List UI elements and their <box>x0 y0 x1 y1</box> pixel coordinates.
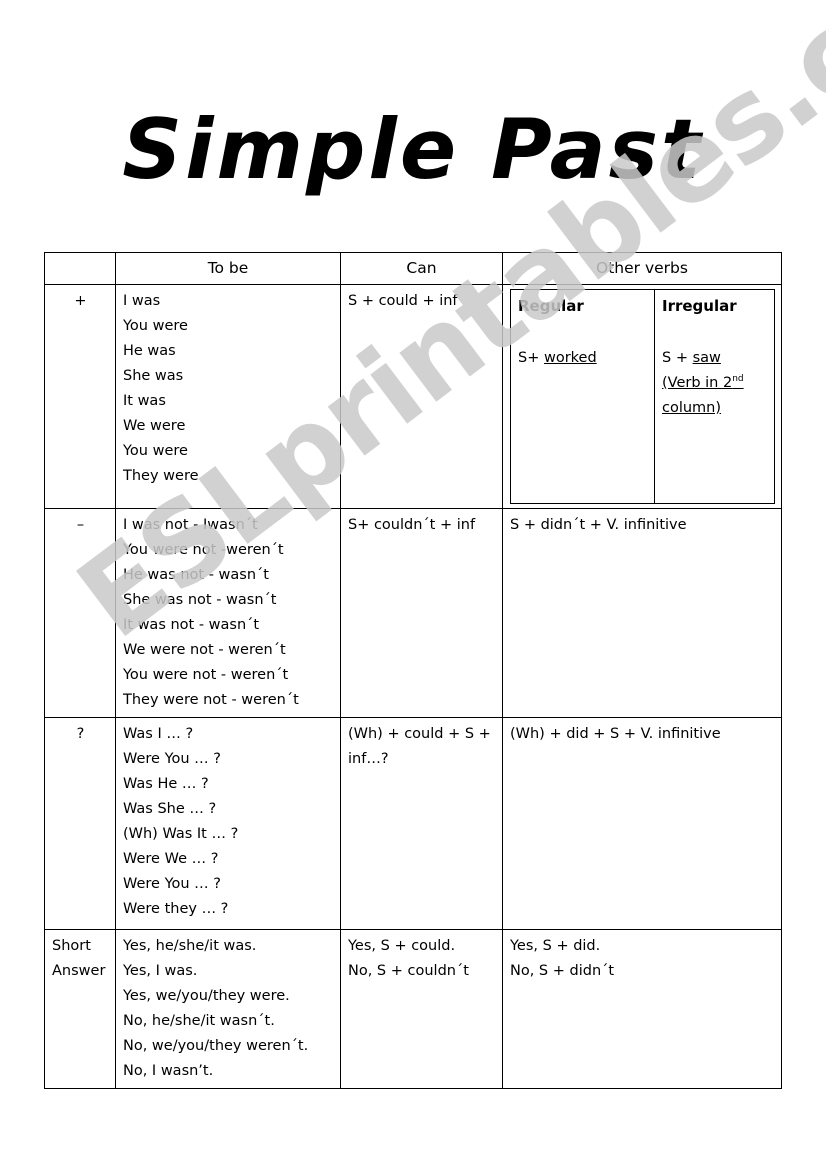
list-item: (Wh) + did + S + V. infinitive <box>510 726 721 743</box>
list-item: No, we/you/they weren´t. <box>123 1038 309 1054</box>
simple-past-table: To be Can Other verbs + I was You were H… <box>44 251 782 1090</box>
list-item: Yes, S + could. <box>348 938 456 955</box>
list-item: inf…? <box>348 751 389 768</box>
sign-question: ? <box>44 717 116 931</box>
cell-can-affirmative: S + could + inf <box>340 284 503 510</box>
regular-irregular-split: Regular S+ worked Irregular S + saw (Ver… <box>510 289 775 505</box>
list-item: column) <box>662 399 722 416</box>
list-item: Yes, S + did. <box>510 938 601 955</box>
page-title-text: Simple Past <box>122 101 704 198</box>
header-sign <box>44 251 116 286</box>
list-item: Yes, he/she/it was. <box>123 938 257 955</box>
table-header-row: To be Can Other verbs <box>44 251 782 286</box>
list-item: Was I … ? <box>123 726 194 743</box>
regular-example: worked <box>543 350 597 367</box>
cell-can-short-answer: Yes, S + could. No, S + couldn´t <box>340 929 503 1090</box>
list-item: You were <box>123 442 188 459</box>
list-item: Yes, we/you/they were. <box>123 988 290 1005</box>
sign-short-answer: Short Answer <box>44 929 116 1090</box>
cell-tobe-negative: I was not - Iwasn´t You were not -weren´… <box>115 508 341 719</box>
list-item: He was not - wasn´t <box>123 567 269 584</box>
list-item: He was <box>123 343 176 360</box>
list-item: They were not - weren´t <box>123 691 299 708</box>
list-item: She was <box>123 368 184 385</box>
list-item: It was not - wasn´t <box>123 617 260 633</box>
header-other-verbs: Other verbs <box>502 251 782 286</box>
cell-can-negative: S+ couldn´t + inf <box>340 508 503 719</box>
cell-other-affirmative: Regular S+ worked Irregular S + saw (Ver… <box>502 284 782 510</box>
list-item: S+ couldn´t + inf <box>348 517 476 534</box>
list-item: Were they … ? <box>123 900 229 917</box>
cell-tobe-short-answer: Yes, he/she/it was. Yes, I was. Yes, we/… <box>115 929 341 1090</box>
list-item: I was not - Iwasn´t <box>123 517 258 534</box>
list-item: Were We … ? <box>123 850 219 867</box>
list-item: (Wh) Was It … ? <box>123 826 239 842</box>
list-item: Yes, I was. <box>123 963 198 980</box>
table-row-question: ? Was I … ? Were You … ? Was He … ? Was … <box>44 717 782 931</box>
cell-other-negative: S + didn´t + V. infinitive <box>502 508 782 719</box>
cell-regular: Regular S+ worked <box>510 289 655 505</box>
list-item: We were not - weren´t <box>123 641 286 658</box>
list-item: Was He … ? <box>123 776 209 793</box>
sign-affirmative: + <box>44 284 116 510</box>
list-item: S+ worked <box>518 350 597 367</box>
subheader-regular: Regular <box>518 297 584 316</box>
cell-can-question: (Wh) + could + S + inf…? <box>340 717 503 931</box>
list-item: It was <box>123 393 166 409</box>
list-item: She was not - wasn´t <box>123 592 277 609</box>
irregular-example: saw <box>692 350 721 367</box>
ordinal-suffix: nd <box>732 374 744 385</box>
list-item: No, S + couldn´t <box>348 963 469 980</box>
list-item: We were <box>123 417 186 434</box>
list-item: S + saw <box>662 350 721 367</box>
list-item: Were You … ? <box>123 751 221 768</box>
cell-other-short-answer: Yes, S + did. No, S + didn´t <box>502 929 782 1090</box>
list-item: S + didn´t + V. infinitive <box>510 517 687 534</box>
header-can: Can <box>340 251 503 286</box>
list-item: You were not - weren´t <box>123 666 289 683</box>
table-row-short-answer: Short Answer Yes, he/she/it was. Yes, I … <box>44 929 782 1090</box>
list-item: No, he/she/it wasn´t. <box>123 1013 275 1030</box>
table-row-negative: – I was not - Iwasn´t You were not -were… <box>44 508 782 719</box>
list-item: (Verb in 2nd <box>662 374 744 391</box>
list-item: You were <box>123 318 188 335</box>
cell-tobe-affirmative: I was You were He was She was It was We … <box>115 284 341 510</box>
list-item: (Wh) + could + S + <box>348 726 491 743</box>
cell-other-question: (Wh) + did + S + V. infinitive <box>502 717 782 931</box>
list-item: Were You … ? <box>123 875 221 892</box>
page-title: Simple Past <box>0 104 826 195</box>
list-item: You were not -weren´t <box>123 542 284 559</box>
cell-irregular: Irregular S + saw (Verb in 2nd column) <box>654 289 775 505</box>
table-row-affirmative: + I was You were He was She was It was W… <box>44 284 782 510</box>
list-item: No, S + didn´t <box>510 963 615 980</box>
list-item: S + could + inf <box>348 293 458 310</box>
subheader-irregular: Irregular <box>662 297 737 316</box>
list-item: Was She … ? <box>123 801 217 818</box>
sign-negative: – <box>44 508 116 719</box>
list-item: They were <box>123 467 199 484</box>
list-item: I was <box>123 293 161 310</box>
cell-tobe-question: Was I … ? Were You … ? Was He … ? Was Sh… <box>115 717 341 931</box>
list-item: No, I wasn’t. <box>123 1062 214 1079</box>
header-to-be: To be <box>115 251 341 286</box>
